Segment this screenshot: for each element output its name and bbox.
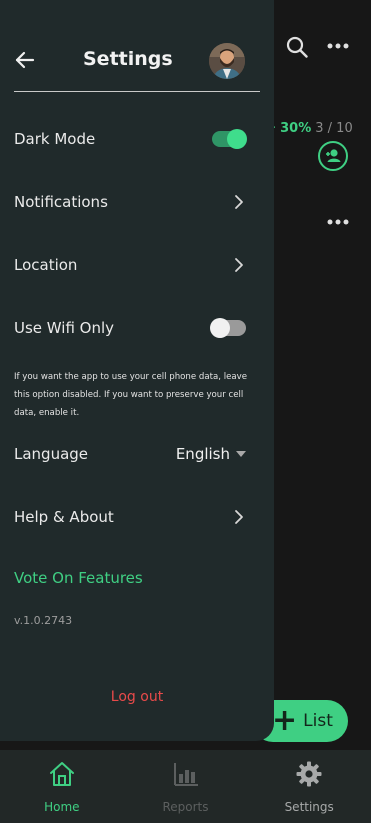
nav-reports-label: Reports (162, 800, 209, 814)
help-about-row[interactable]: Help & About (14, 502, 246, 532)
notifications-label: Notifications (14, 193, 108, 211)
language-row: Language English (14, 439, 246, 469)
dark-mode-toggle[interactable] (212, 129, 247, 149)
gear-icon (296, 761, 322, 787)
logout-button[interactable]: Log out (0, 689, 274, 705)
nav-settings-label: Settings (284, 800, 334, 814)
chevron-right-icon (235, 195, 243, 209)
fab-label: List (303, 711, 333, 731)
nav-reports[interactable]: Reports (124, 750, 248, 823)
wifi-only-label: Use Wifi Only (14, 319, 115, 337)
avatar-image (209, 43, 245, 79)
page-title: Settings (83, 48, 173, 70)
app-version: v.1.0.2743 (14, 614, 73, 627)
progress-count: 3 / 10 (315, 121, 353, 136)
dark-mode-row[interactable]: Dark Mode (14, 124, 247, 154)
nav-settings[interactable]: Settings (247, 750, 371, 823)
language-value: English (175, 445, 230, 463)
dark-mode-label: Dark Mode (14, 130, 96, 148)
nav-home[interactable]: Home (0, 750, 124, 823)
avatar[interactable] (209, 43, 245, 79)
progress-percent: 30% (280, 121, 312, 136)
more-icon[interactable] (326, 38, 350, 54)
header-divider (14, 91, 260, 92)
add-user-icon (326, 149, 341, 162)
vote-on-features-link[interactable]: Vote On Features (14, 569, 143, 587)
progress-summary: · 30% 3 / 10 (272, 121, 353, 136)
plus-icon: + (272, 703, 298, 738)
chevron-right-icon (235, 510, 243, 524)
more-icon[interactable] (326, 214, 350, 230)
bar-chart-icon (173, 763, 198, 786)
caret-down-icon (236, 451, 246, 457)
bottom-nav: Home Reports Settings (0, 750, 371, 823)
drawer-header: Settings (0, 0, 274, 92)
home-icon (49, 762, 74, 786)
settings-drawer: Settings Dark Mode Notifications Locatio… (0, 0, 274, 741)
help-about-label: Help & About (14, 508, 114, 526)
search-icon[interactable] (286, 36, 308, 58)
language-select[interactable]: English (176, 445, 246, 463)
location-label: Location (14, 256, 78, 274)
wifi-only-row[interactable]: Use Wifi Only (14, 313, 246, 343)
language-label: Language (14, 445, 89, 463)
chevron-right-icon (235, 258, 243, 272)
nav-home-label: Home (44, 800, 80, 814)
arrow-left-icon[interactable] (14, 49, 36, 71)
notifications-row[interactable]: Notifications (14, 187, 246, 217)
wifi-only-toggle[interactable] (210, 318, 246, 338)
wifi-note: If you want the app to use your cell pho… (14, 372, 248, 418)
add-user-button[interactable] (318, 141, 348, 171)
location-row[interactable]: Location (14, 250, 246, 280)
